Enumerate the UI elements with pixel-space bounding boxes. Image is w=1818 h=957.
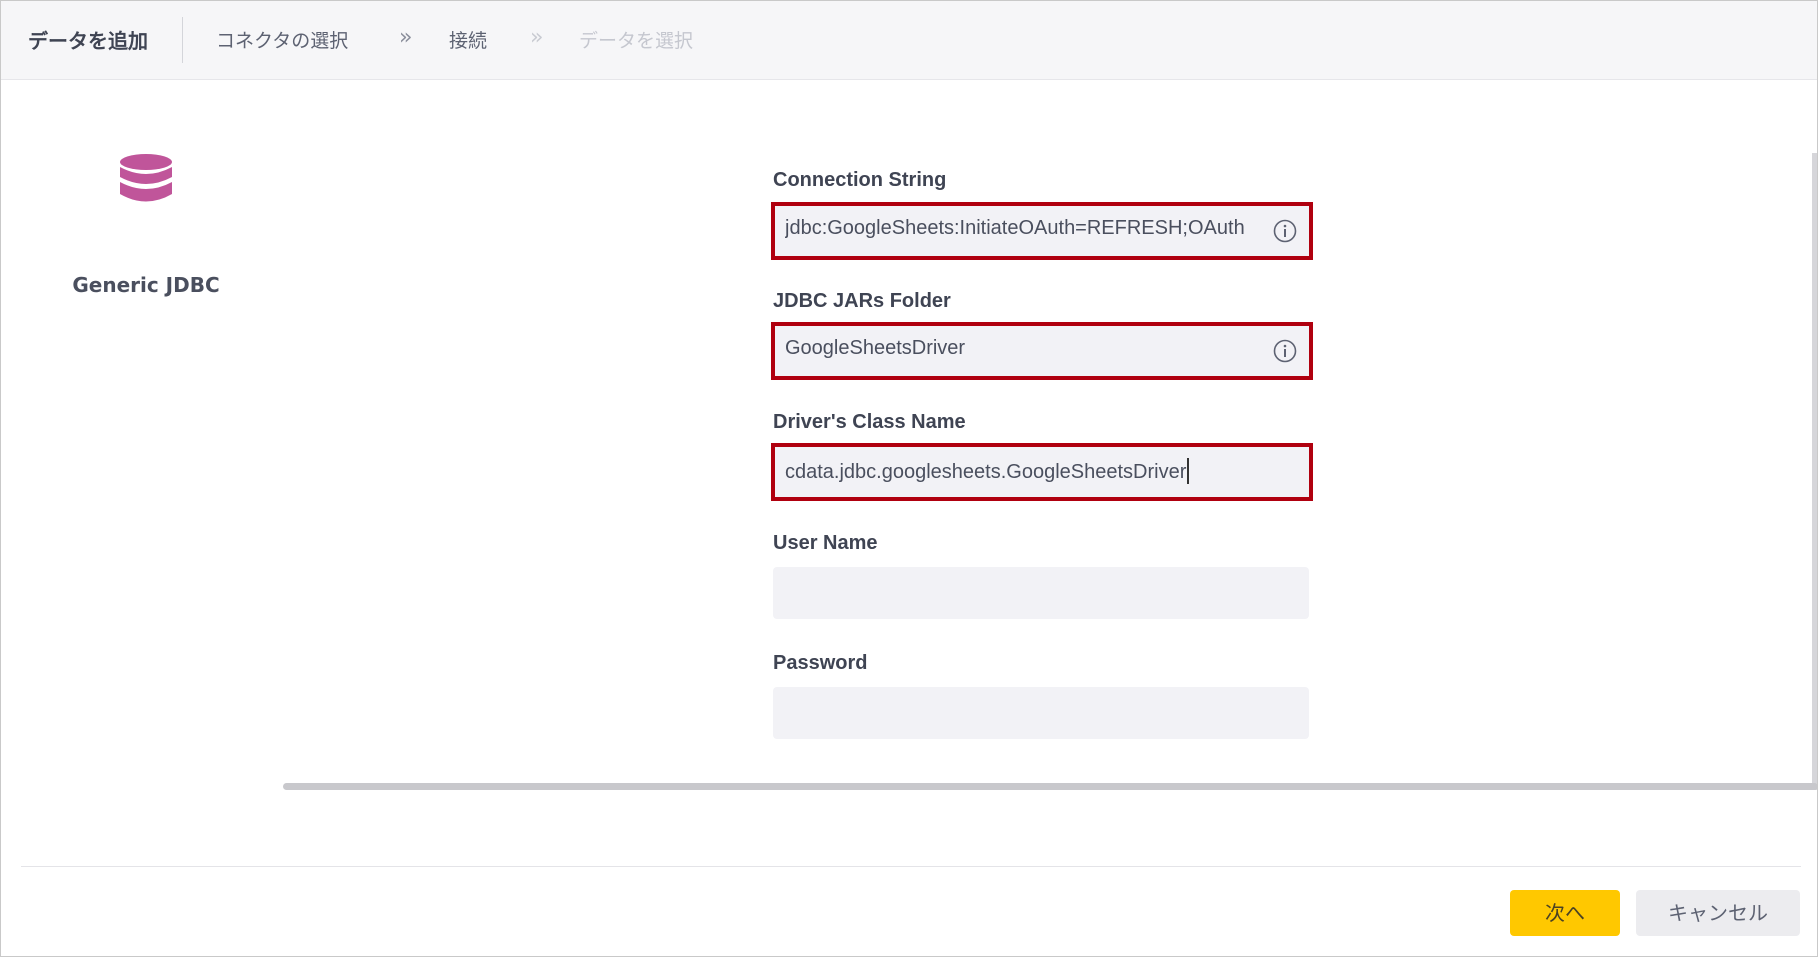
header-divider <box>182 17 183 63</box>
page-title: データを追加 <box>28 29 148 53</box>
connection-string-value: jdbc:GoogleSheets:InitiateOAuth=REFRESH;… <box>785 217 1245 239</box>
driver-class-name-label: Driver's Class Name <box>773 411 966 433</box>
text-cursor <box>1187 458 1189 484</box>
add-data-dialog: データを追加 コネクタの選択 » 接続 » データを選択 Generic JDB… <box>0 0 1818 957</box>
breadcrumb-step-select-connector[interactable]: コネクタの選択 <box>216 26 348 53</box>
user-name-label: User Name <box>773 532 878 554</box>
driver-class-name-input[interactable]: cdata.jdbc.googlesheets.GoogleSheetsDriv… <box>771 443 1313 501</box>
next-button[interactable]: 次へ <box>1510 890 1620 936</box>
connection-string-input[interactable]: jdbc:GoogleSheets:InitiateOAuth=REFRESH;… <box>771 202 1313 260</box>
vertical-scrollbar[interactable] <box>1812 153 1817 783</box>
jdbc-jars-folder-value: GoogleSheetsDriver <box>785 337 966 359</box>
database-icon <box>120 154 172 202</box>
jdbc-jars-folder-input[interactable]: GoogleSheetsDriver <box>771 322 1313 380</box>
breadcrumb-separator: » <box>530 25 544 50</box>
info-icon[interactable] <box>1273 339 1297 363</box>
password-input[interactable] <box>773 687 1309 739</box>
wizard-header: データを追加 コネクタの選択 » 接続 » データを選択 <box>1 1 1817 80</box>
breadcrumb-separator: » <box>399 25 413 50</box>
info-icon[interactable] <box>1273 219 1297 243</box>
horizontal-scrollbar[interactable] <box>283 783 1817 790</box>
cancel-button[interactable]: キャンセル <box>1636 890 1800 936</box>
user-name-input[interactable] <box>773 567 1309 619</box>
connector-name: Generic JDBC <box>72 273 220 297</box>
password-label: Password <box>773 652 868 674</box>
breadcrumb-step-select-data: データを選択 <box>579 30 694 52</box>
connection-string-label: Connection String <box>773 169 947 191</box>
footer-divider <box>21 866 1801 867</box>
breadcrumb-step-connect[interactable]: 接続 <box>449 26 487 53</box>
jdbc-jars-folder-label: JDBC JARs Folder <box>773 290 951 312</box>
driver-class-name-value: cdata.jdbc.googlesheets.GoogleSheetsDriv… <box>785 458 1189 484</box>
